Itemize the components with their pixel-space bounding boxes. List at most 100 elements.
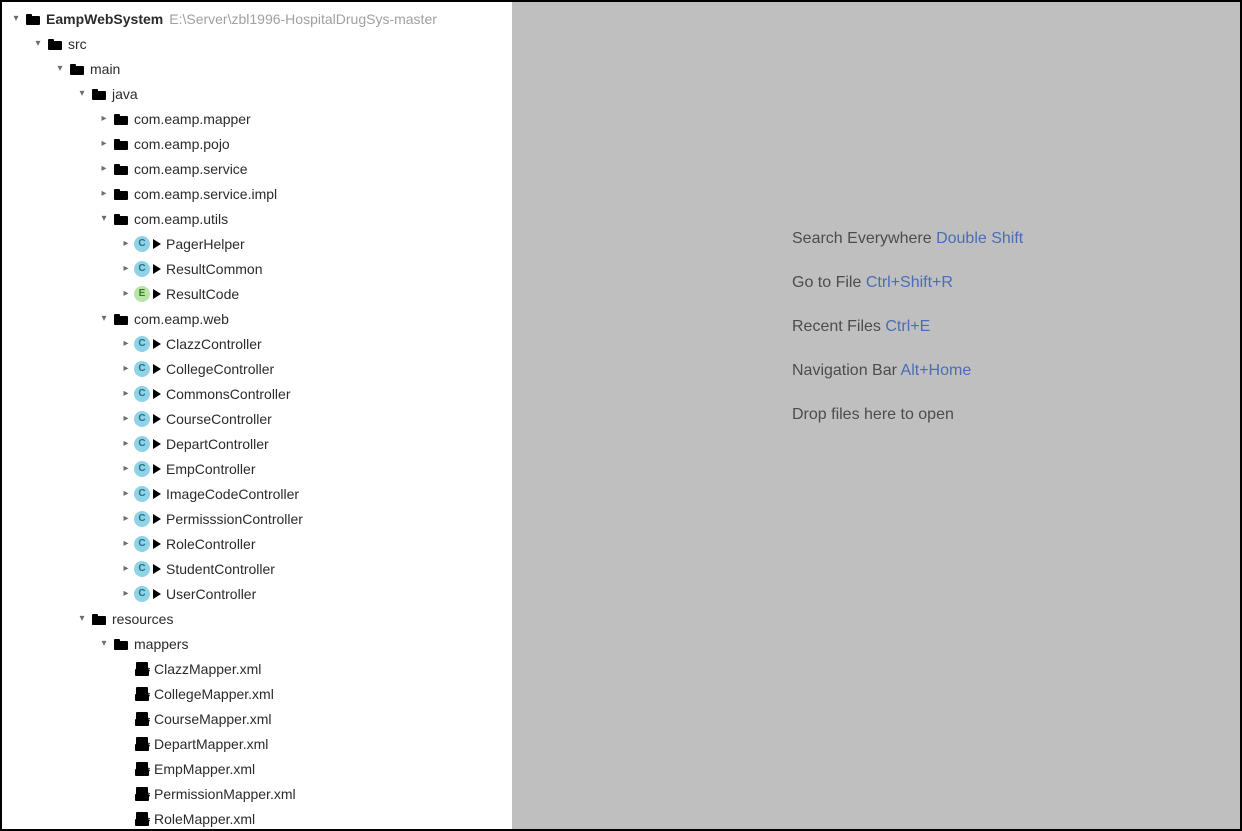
tree-row[interactable]: com.eamp.web — [2, 306, 512, 331]
expand-arrow-icon[interactable] — [118, 586, 134, 602]
tree-row[interactable]: EResultCode — [2, 281, 512, 306]
expand-arrow-icon[interactable] — [52, 61, 68, 77]
tree-row[interactable]: PermissionMapper.xml — [2, 781, 512, 806]
expand-arrow-icon[interactable] — [96, 186, 112, 202]
class-icon: C — [134, 261, 150, 277]
expand-arrow-icon[interactable] — [118, 361, 134, 377]
tree-row[interactable]: CRoleController — [2, 531, 512, 556]
tree-row[interactable]: java — [2, 81, 512, 106]
expand-arrow-icon[interactable] — [118, 411, 134, 427]
tree-row[interactable]: CResultCommon — [2, 256, 512, 281]
editor-hint: Navigation Bar Alt+Home — [792, 362, 971, 380]
runnable-icon — [152, 512, 162, 526]
tree-item-label: EmpController — [166, 461, 255, 477]
tree-item-label: com.eamp.web — [134, 311, 229, 327]
tree-row[interactable]: main — [2, 56, 512, 81]
expand-arrow-icon[interactable] — [118, 511, 134, 527]
tree-item-label: ImageCodeController — [166, 486, 299, 502]
tree-item-label: DepartController — [166, 436, 269, 452]
tree-item-label: StudentController — [166, 561, 275, 577]
class-icon: C — [134, 586, 150, 602]
tree-row[interactable]: CDepartController — [2, 431, 512, 456]
tree-row[interactable]: CUserController — [2, 581, 512, 606]
tree-row[interactable]: CPermisssionController — [2, 506, 512, 531]
tree-row[interactable]: C ImageCodeController — [2, 481, 512, 506]
workspace: EampWebSystemE:\Server\zbl1996-HospitalD… — [2, 2, 1240, 829]
hint-shortcut: Alt+Home — [901, 362, 972, 379]
tree-row[interactable]: RoleMapper.xml — [2, 806, 512, 829]
expand-arrow-icon[interactable] — [96, 311, 112, 327]
tree-row[interactable]: CCommonsController — [2, 381, 512, 406]
expand-arrow-icon[interactable] — [118, 236, 134, 252]
expand-arrow-icon[interactable] — [96, 136, 112, 152]
tree-item-label: ClazzController — [166, 336, 262, 352]
tree-row[interactable]: com.eamp.pojo — [2, 131, 512, 156]
expand-arrow-icon[interactable] — [118, 486, 134, 502]
xml-file-icon — [134, 761, 150, 777]
tree-row[interactable]: com.eamp.service.impl — [2, 181, 512, 206]
tree-row[interactable]: CCourseController — [2, 406, 512, 431]
expand-arrow-icon[interactable] — [118, 336, 134, 352]
expand-arrow-icon[interactable] — [118, 561, 134, 577]
editor-empty-state[interactable]: Search Everywhere Double ShiftGo to File… — [512, 2, 1240, 829]
expand-arrow-icon[interactable] — [96, 211, 112, 227]
package-icon — [112, 210, 130, 228]
expand-arrow-icon — [118, 661, 134, 677]
class-icon: C — [134, 336, 150, 352]
expand-arrow-icon[interactable] — [96, 636, 112, 652]
tree-item-label: PermisssionController — [166, 511, 303, 527]
tree-row[interactable]: DepartMapper.xml — [2, 731, 512, 756]
expand-arrow-icon[interactable] — [118, 286, 134, 302]
tree-row[interactable]: EmpMapper.xml — [2, 756, 512, 781]
tree-row[interactable]: resources — [2, 606, 512, 631]
tree-row[interactable]: src — [2, 31, 512, 56]
hint-text: Recent Files — [792, 318, 881, 335]
tree-row[interactable]: CCollegeController — [2, 356, 512, 381]
tree-item-label: ResultCode — [166, 286, 239, 302]
hint-shortcut: Double Shift — [936, 230, 1023, 247]
tree-row[interactable]: CEmpController — [2, 456, 512, 481]
tree-item-label: mappers — [134, 636, 188, 652]
class-icon: C — [134, 411, 150, 427]
expand-arrow-icon[interactable] — [118, 436, 134, 452]
tree-item-label: com.eamp.mapper — [134, 111, 251, 127]
tree-row[interactable]: C ClazzController — [2, 331, 512, 356]
runnable-icon — [152, 462, 162, 476]
tree-row[interactable]: C StudentController — [2, 556, 512, 581]
package-icon — [112, 110, 130, 128]
source-folder-icon — [90, 85, 108, 103]
expand-arrow-icon[interactable] — [8, 11, 24, 27]
expand-arrow-icon[interactable] — [74, 86, 90, 102]
project-tree[interactable]: EampWebSystemE:\Server\zbl1996-HospitalD… — [2, 6, 512, 829]
tree-row[interactable]: mappers — [2, 631, 512, 656]
tree-row[interactable]: CourseMapper.xml — [2, 706, 512, 731]
class-icon: C — [134, 486, 150, 502]
class-icon: C — [134, 561, 150, 577]
tree-item-label: PagerHelper — [166, 236, 245, 252]
hint-text: Go to File — [792, 274, 861, 291]
tree-item-label: CourseMapper.xml — [154, 711, 272, 727]
expand-arrow-icon[interactable] — [118, 386, 134, 402]
expand-arrow-icon[interactable] — [30, 36, 46, 52]
tree-row[interactable]: com.eamp.utils — [2, 206, 512, 231]
expand-arrow-icon[interactable] — [96, 111, 112, 127]
expand-arrow-icon[interactable] — [74, 611, 90, 627]
tree-item-label: RoleMapper.xml — [154, 811, 255, 827]
tree-row[interactable]: com.eamp.service — [2, 156, 512, 181]
tree-row[interactable]: CollegeMapper.xml — [2, 681, 512, 706]
folder-icon — [46, 35, 64, 53]
expand-arrow-icon[interactable] — [96, 161, 112, 177]
hint-shortcut: Ctrl+Shift+R — [866, 274, 953, 291]
tree-row[interactable]: ClazzMapper.xml — [2, 656, 512, 681]
class-icon: C — [134, 386, 150, 402]
expand-arrow-icon[interactable] — [118, 261, 134, 277]
runnable-icon — [152, 287, 162, 301]
tree-row[interactable]: com.eamp.mapper — [2, 106, 512, 131]
tree-row[interactable]: EampWebSystemE:\Server\zbl1996-HospitalD… — [2, 6, 512, 31]
xml-file-icon — [134, 736, 150, 752]
tree-row[interactable]: CPagerHelper — [2, 231, 512, 256]
tree-item-label: java — [112, 86, 138, 102]
project-tree-panel[interactable]: EampWebSystemE:\Server\zbl1996-HospitalD… — [2, 2, 512, 829]
expand-arrow-icon[interactable] — [118, 461, 134, 477]
expand-arrow-icon[interactable] — [118, 536, 134, 552]
